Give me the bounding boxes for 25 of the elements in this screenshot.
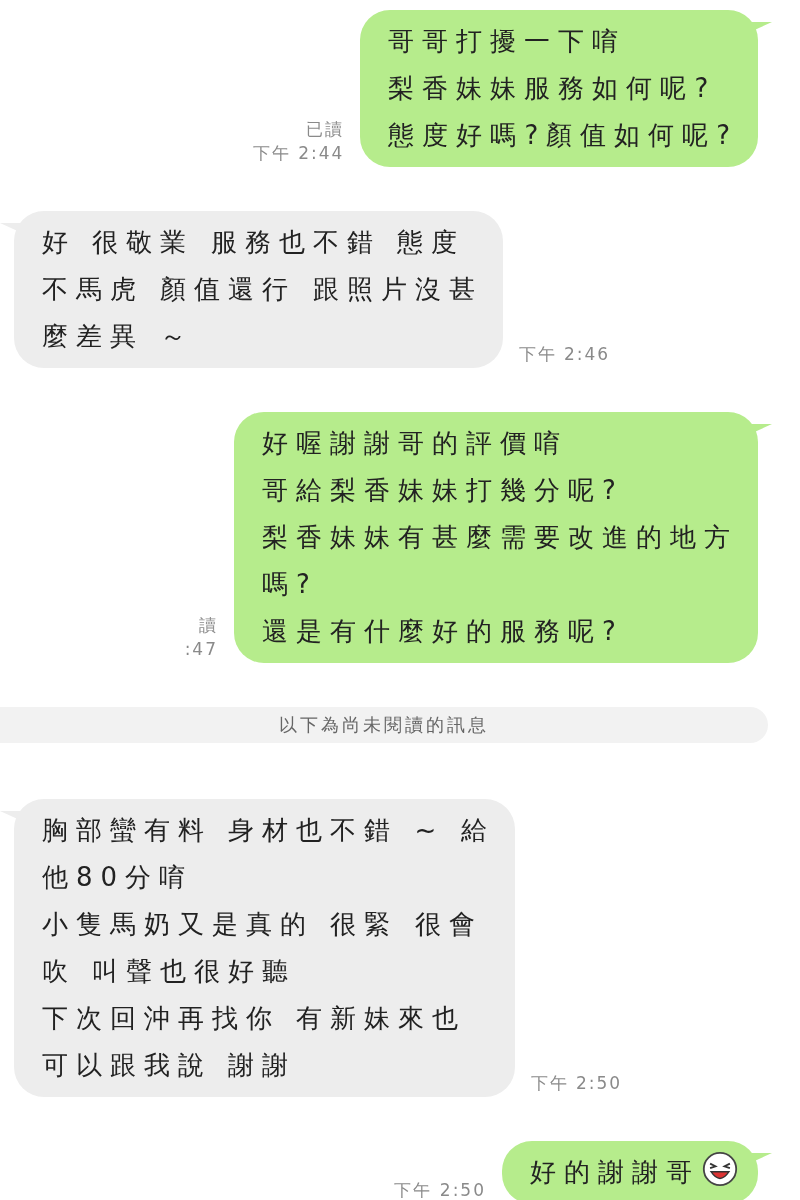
message-text: 可以跟我說 謝謝: [42, 1049, 298, 1082]
read-receipt: 讀: [199, 614, 218, 637]
message-time: 下午 2:50: [394, 1179, 486, 1200]
message-text: 小隻馬奶又是真的 很緊 很會: [42, 908, 484, 941]
read-receipt: 已讀: [306, 118, 345, 141]
message-text: 梨香妹妹服務如何呢?: [388, 72, 718, 105]
message-text: 麼差異 ～: [42, 320, 196, 353]
message-text: 他80分唷: [42, 861, 195, 894]
message-text: 胸部蠻有料 身材也不錯 ~ 給: [42, 814, 495, 847]
message-text: 吹 叫聲也很好聽: [42, 955, 298, 988]
message-text: 下次回沖再找你 有新妹來也: [42, 1002, 468, 1035]
message-time: 下午 2:50: [530, 1072, 623, 1095]
message-time: 下午 2:46: [518, 343, 611, 366]
message-text: 不馬虎 顏值還行 跟照片沒甚: [42, 273, 483, 306]
message-time: 下午 2:44: [252, 142, 345, 165]
message-text: 梨香妹妹有甚麼需要改進的地方: [262, 521, 738, 554]
message-text: 好 很敬業 服務也不錯 態度: [42, 226, 466, 259]
message-text: 好的謝謝哥: [530, 1149, 738, 1196]
message-text: 嗎?: [262, 568, 319, 601]
message-time: :47: [184, 638, 218, 661]
message-text: 哥給梨香妹妹打幾分呢?: [262, 474, 625, 507]
message-text: 好喔謝謝哥的評價唷: [262, 427, 569, 460]
message-text: 哥哥打擾一下唷: [388, 25, 628, 58]
message-text: 還是有什麼好的服務呢?: [262, 615, 625, 648]
message-text: 態度好嗎?顏值如何呢?: [388, 119, 738, 152]
